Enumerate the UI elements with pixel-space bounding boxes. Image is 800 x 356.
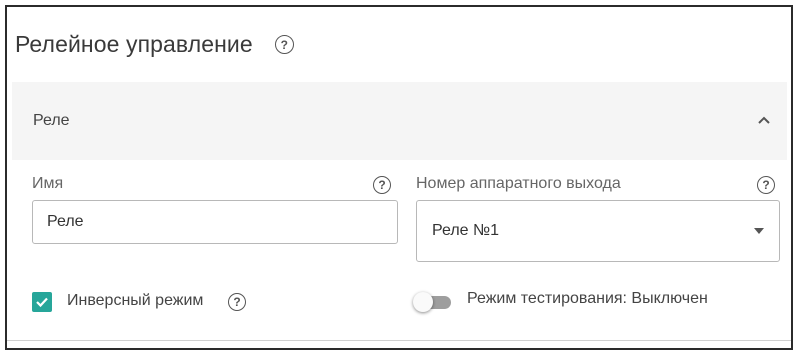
chevron-up-icon[interactable] bbox=[756, 112, 772, 128]
panel-header: Релейное управление ? bbox=[7, 7, 791, 82]
help-circle-icon[interactable]: ? bbox=[228, 293, 246, 311]
help-circle-icon[interactable]: ? bbox=[274, 35, 294, 54]
inverse-mode-label: Инверсный режим bbox=[67, 292, 204, 309]
name-input[interactable]: Реле bbox=[32, 200, 398, 244]
divider bbox=[7, 340, 791, 341]
test-mode-label: Режим тестирования: Выключен bbox=[467, 290, 708, 307]
name-field-label: Имя bbox=[32, 175, 64, 192]
relay-section-header[interactable]: Реле bbox=[12, 82, 787, 160]
select-value: Реле №1 bbox=[432, 222, 500, 239]
output-number-select[interactable]: Реле №1 bbox=[416, 200, 780, 262]
relay-control-panel: Релейное управление ? Реле Имя ? Реле Но… bbox=[5, 5, 793, 350]
test-mode-toggle[interactable] bbox=[413, 291, 453, 313]
toggle-knob bbox=[413, 292, 433, 312]
checkmark-icon bbox=[36, 297, 48, 308]
section-title: Реле bbox=[33, 112, 70, 129]
page-title: Релейное управление bbox=[15, 31, 253, 57]
output-field-label: Номер аппаратного выхода bbox=[416, 175, 621, 192]
help-circle-icon[interactable]: ? bbox=[373, 176, 391, 194]
help-circle-icon[interactable]: ? bbox=[757, 176, 775, 194]
caret-down-icon bbox=[754, 228, 764, 234]
inverse-mode-checkbox[interactable] bbox=[32, 292, 52, 312]
